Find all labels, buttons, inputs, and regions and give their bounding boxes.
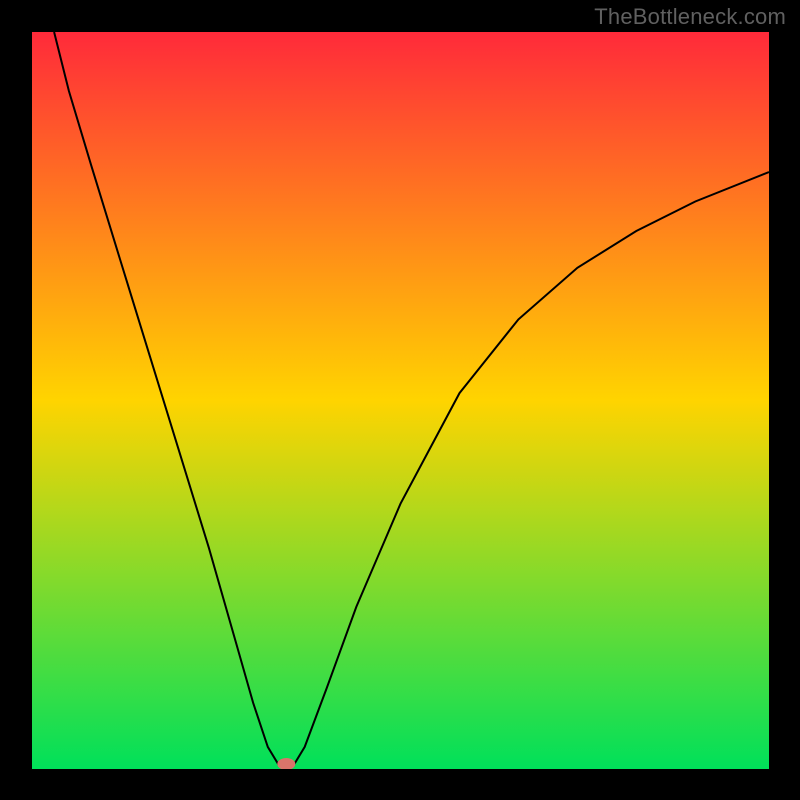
gradient-background: [32, 32, 769, 769]
watermark-text: TheBottleneck.com: [594, 4, 786, 30]
chart-container: TheBottleneck.com: [0, 0, 800, 800]
bottleneck-chart-svg: [32, 32, 769, 769]
